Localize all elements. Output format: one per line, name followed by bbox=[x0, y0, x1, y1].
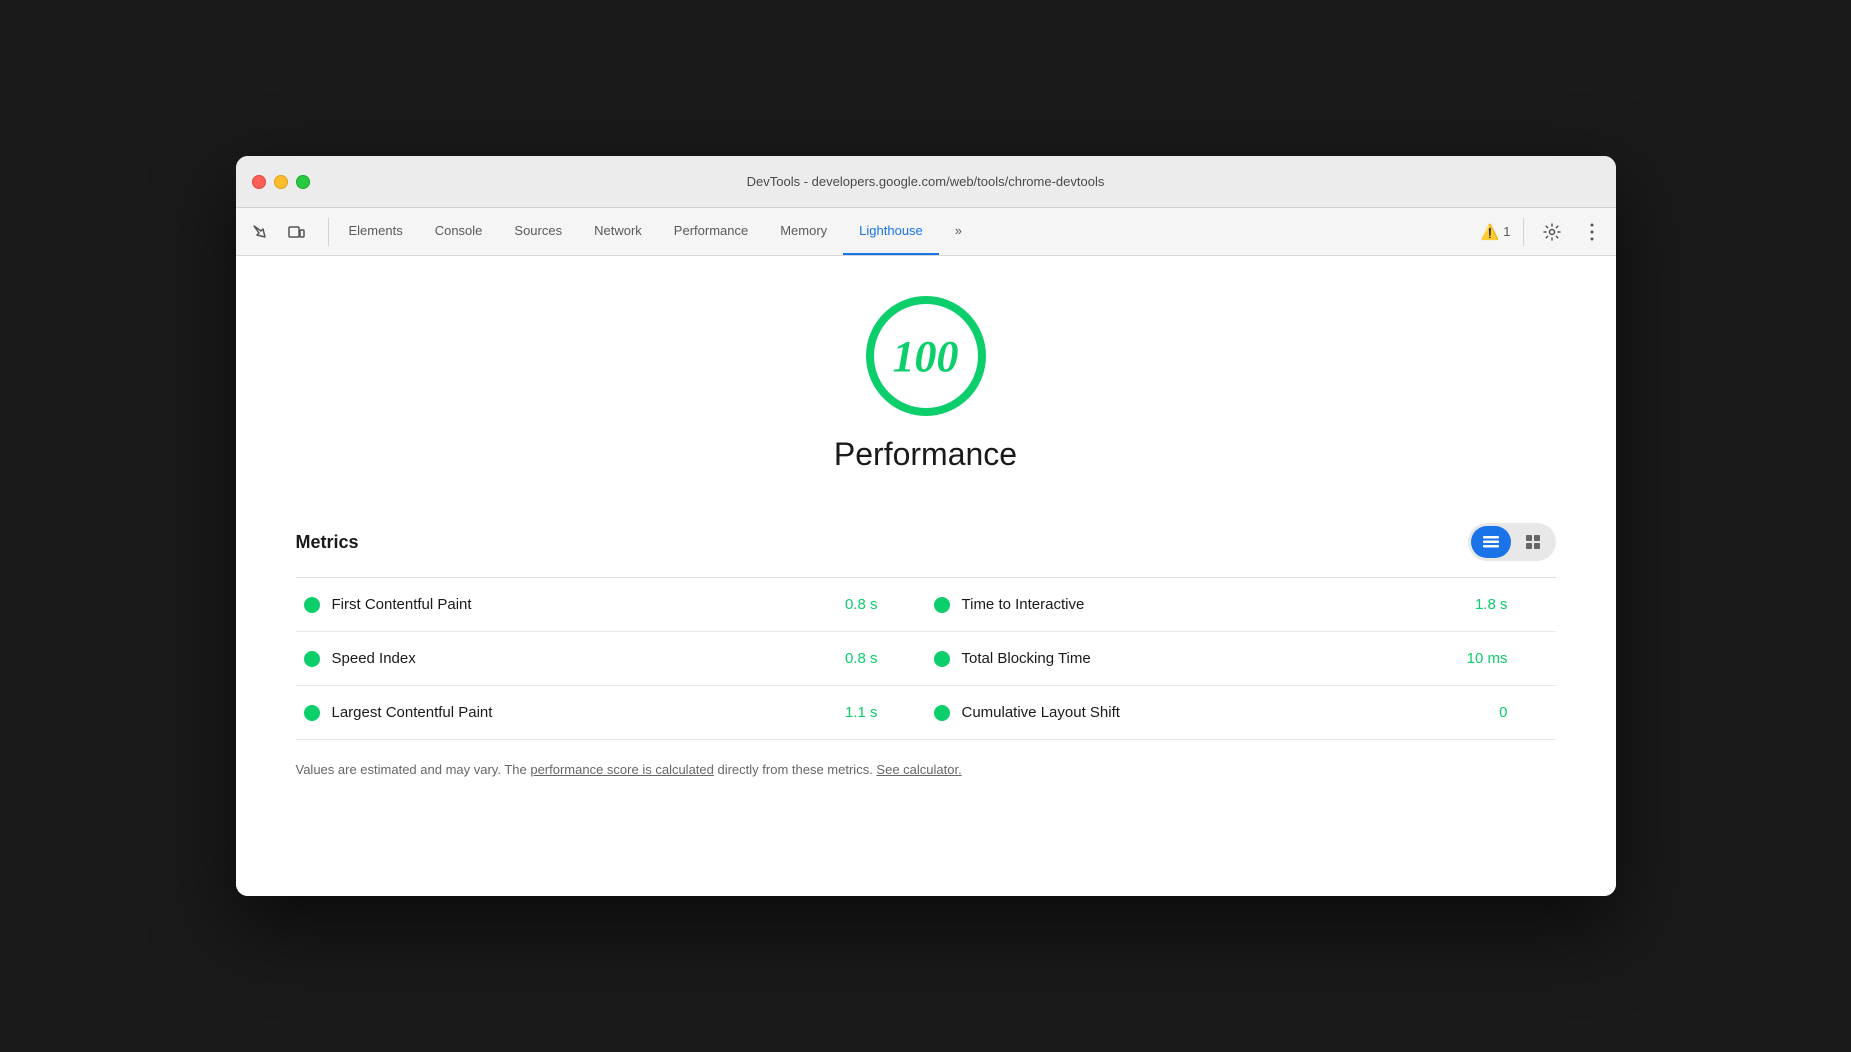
si-name: Speed Index bbox=[332, 650, 833, 667]
score-label: Performance bbox=[834, 436, 1017, 473]
view-toggle bbox=[1468, 523, 1556, 561]
cls-value: 0 bbox=[1499, 704, 1547, 721]
device-toggle-icon[interactable] bbox=[280, 216, 312, 248]
metric-fcp: First Contentful Paint 0.8 s bbox=[296, 578, 926, 631]
metrics-grid: First Contentful Paint 0.8 s Time to Int… bbox=[296, 578, 1556, 740]
devtools-window: DevTools - developers.google.com/web/too… bbox=[236, 156, 1616, 896]
si-dot bbox=[304, 651, 320, 667]
cls-name: Cumulative Layout Shift bbox=[962, 704, 1488, 721]
inspector-icon[interactable] bbox=[244, 216, 276, 248]
action-divider bbox=[1523, 218, 1524, 246]
tti-value: 1.8 s bbox=[1475, 596, 1548, 613]
grid-view-button[interactable] bbox=[1513, 526, 1553, 558]
warning-icon: ⚠️ bbox=[1481, 223, 1500, 241]
score-section: 100 Performance bbox=[296, 296, 1556, 503]
fcp-dot bbox=[304, 597, 320, 613]
more-button[interactable] bbox=[1576, 216, 1608, 248]
tab-performance[interactable]: Performance bbox=[658, 208, 764, 255]
warning-count: 1 bbox=[1503, 224, 1510, 239]
metrics-title: Metrics bbox=[296, 532, 359, 553]
lcp-dot bbox=[304, 705, 320, 721]
fcp-value: 0.8 s bbox=[845, 596, 918, 613]
perf-score-link[interactable]: performance score is calculated bbox=[530, 762, 714, 777]
tab-lighthouse[interactable]: Lighthouse bbox=[843, 208, 939, 255]
tti-name: Time to Interactive bbox=[962, 596, 1463, 613]
tab-more[interactable]: » bbox=[939, 208, 978, 255]
maximize-button[interactable] bbox=[296, 175, 310, 189]
warning-badge[interactable]: ⚠️ 1 bbox=[1481, 223, 1511, 241]
tabbar-actions: ⚠️ 1 bbox=[1481, 216, 1608, 248]
main-content: 100 Performance Metrics bbox=[236, 256, 1616, 896]
footer-text-middle: directly from these metrics. bbox=[714, 762, 877, 777]
tab-network[interactable]: Network bbox=[578, 208, 658, 255]
tabbar: Elements Console Sources Network Perform… bbox=[236, 208, 1616, 256]
lcp-value: 1.1 s bbox=[845, 704, 918, 721]
metric-lcp: Largest Contentful Paint 1.1 s bbox=[296, 686, 926, 739]
cls-dot bbox=[934, 705, 950, 721]
tab-divider bbox=[328, 218, 329, 246]
tbt-name: Total Blocking Time bbox=[962, 650, 1455, 667]
settings-button[interactable] bbox=[1536, 216, 1568, 248]
tti-dot bbox=[934, 597, 950, 613]
metric-row-1: Speed Index 0.8 s Total Blocking Time 10… bbox=[296, 632, 1556, 686]
devtools-tools bbox=[244, 216, 312, 248]
calculator-link[interactable]: See calculator. bbox=[876, 762, 961, 777]
tab-sources[interactable]: Sources bbox=[498, 208, 578, 255]
tab-console[interactable]: Console bbox=[419, 208, 499, 255]
metrics-section: Metrics bbox=[296, 523, 1556, 780]
score-value: 100 bbox=[893, 331, 959, 382]
footer-text-before: Values are estimated and may vary. The bbox=[296, 762, 531, 777]
metric-tti: Time to Interactive 1.8 s bbox=[926, 578, 1556, 631]
metric-row-2: Largest Contentful Paint 1.1 s Cumulativ… bbox=[296, 686, 1556, 740]
metric-si: Speed Index 0.8 s bbox=[296, 632, 926, 685]
tabs-container: Elements Console Sources Network Perform… bbox=[333, 208, 1481, 255]
footer-note: Values are estimated and may vary. The p… bbox=[296, 760, 1556, 780]
si-value: 0.8 s bbox=[845, 650, 918, 667]
metrics-header: Metrics bbox=[296, 523, 1556, 561]
lcp-name: Largest Contentful Paint bbox=[332, 704, 833, 721]
fcp-name: First Contentful Paint bbox=[332, 596, 833, 613]
window-title: DevTools - developers.google.com/web/too… bbox=[747, 174, 1105, 189]
tbt-dot bbox=[934, 651, 950, 667]
titlebar: DevTools - developers.google.com/web/too… bbox=[236, 156, 1616, 208]
tab-elements[interactable]: Elements bbox=[333, 208, 419, 255]
tbt-value: 10 ms bbox=[1467, 650, 1548, 667]
minimize-button[interactable] bbox=[274, 175, 288, 189]
close-button[interactable] bbox=[252, 175, 266, 189]
metric-cls: Cumulative Layout Shift 0 bbox=[926, 686, 1556, 739]
metric-tbt: Total Blocking Time 10 ms bbox=[926, 632, 1556, 685]
metric-row-0: First Contentful Paint 0.8 s Time to Int… bbox=[296, 578, 1556, 632]
score-circle: 100 bbox=[866, 296, 986, 416]
tab-memory[interactable]: Memory bbox=[764, 208, 843, 255]
traffic-lights bbox=[252, 175, 310, 189]
list-view-button[interactable] bbox=[1471, 526, 1511, 558]
